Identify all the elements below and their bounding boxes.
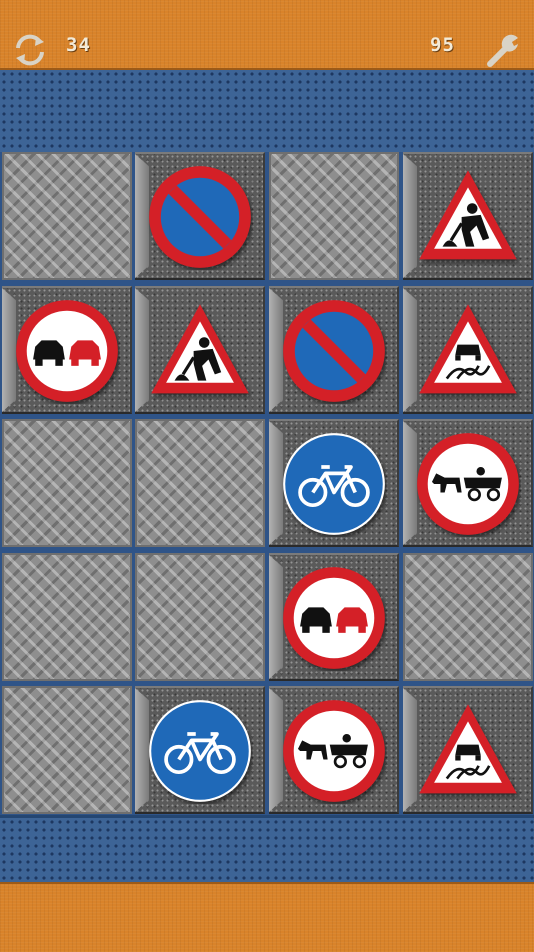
tile-slippery-road[interactable] <box>403 686 533 814</box>
tile-no-overtaking[interactable] <box>269 553 399 681</box>
no-waiting-sign-icon <box>149 166 251 268</box>
tile-no-horse-drawn-vehicles[interactable] <box>403 419 533 547</box>
tile-no-waiting[interactable] <box>269 286 399 414</box>
empty-cell[interactable] <box>269 152 399 280</box>
empty-cell[interactable] <box>135 419 265 547</box>
empty-cell[interactable] <box>2 553 132 681</box>
board-top-frame <box>0 70 534 155</box>
slippery-road-sign-icon <box>419 704 517 794</box>
empty-cell[interactable] <box>135 553 265 681</box>
tile-no-horse-drawn-vehicles[interactable] <box>269 686 399 814</box>
empty-cell[interactable] <box>2 152 132 280</box>
board-bottom-frame <box>0 815 534 885</box>
restart-arrows-icon[interactable] <box>10 30 50 70</box>
time-counter: 95 <box>430 34 455 56</box>
tile-cycle-route[interactable] <box>135 686 265 814</box>
no-horse-drawn-vehicles-sign-icon <box>283 700 385 802</box>
moves-counter: 34 <box>66 34 91 56</box>
empty-cell[interactable] <box>2 686 132 814</box>
bottom-bar <box>0 882 534 952</box>
empty-cell[interactable] <box>2 419 132 547</box>
slippery-road-sign-icon <box>419 304 517 394</box>
tile-slippery-road[interactable] <box>403 286 533 414</box>
tile-roadworks[interactable] <box>403 152 533 280</box>
no-horse-drawn-vehicles-sign-icon <box>417 433 519 535</box>
tile-roadworks[interactable] <box>135 286 265 414</box>
tile-no-waiting[interactable] <box>135 152 265 280</box>
no-waiting-sign-icon <box>283 300 385 402</box>
roadworks-sign-icon <box>419 170 517 260</box>
cycle-route-sign-icon <box>149 700 251 802</box>
empty-cell[interactable] <box>403 553 533 681</box>
tile-no-overtaking[interactable] <box>2 286 132 414</box>
no-overtaking-sign-icon <box>16 300 118 402</box>
no-overtaking-sign-icon <box>283 567 385 669</box>
game-board <box>0 152 534 816</box>
roadworks-sign-icon <box>151 304 249 394</box>
tile-cycle-route[interactable] <box>269 419 399 547</box>
wrench-icon[interactable] <box>484 30 524 70</box>
cycle-route-sign-icon <box>283 433 385 535</box>
